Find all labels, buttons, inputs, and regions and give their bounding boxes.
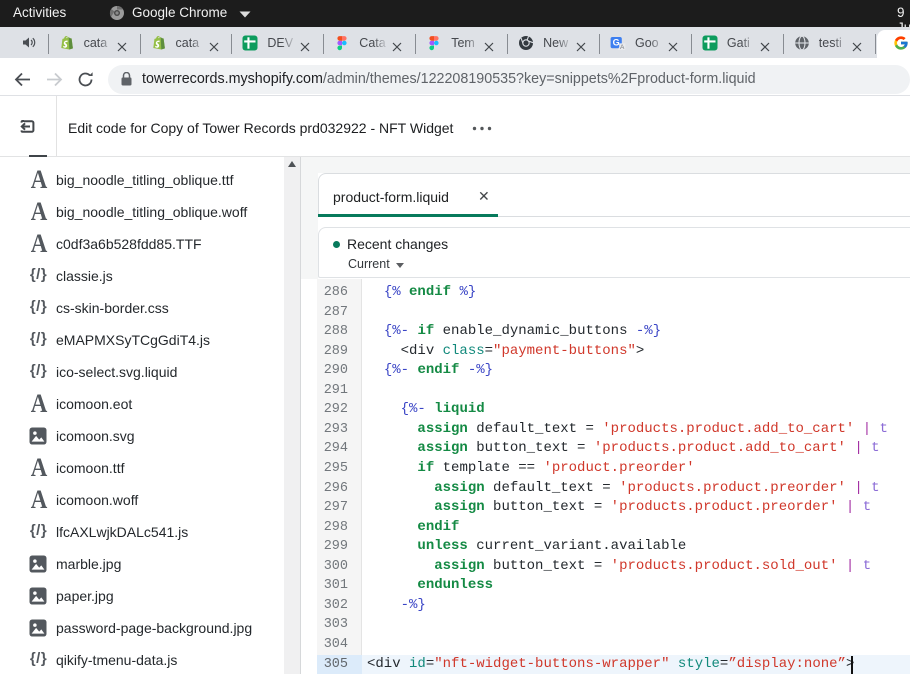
svg-text:A: A: [620, 44, 625, 51]
svg-text:G: G: [613, 38, 620, 48]
